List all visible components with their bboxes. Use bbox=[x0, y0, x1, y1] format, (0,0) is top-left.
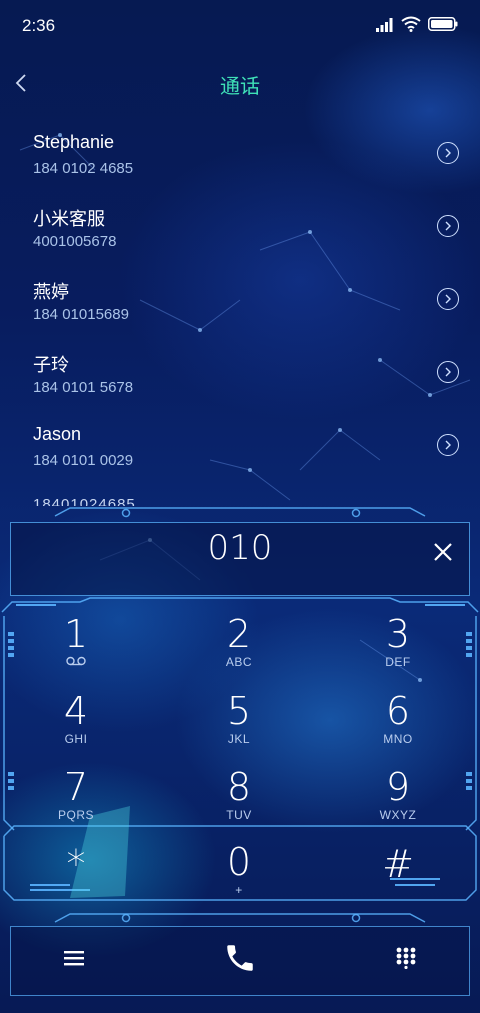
call-list-item[interactable]: 燕婷 184 01015689 bbox=[0, 266, 480, 338]
clear-icon bbox=[434, 543, 452, 561]
contact-name: 小米客服 bbox=[33, 209, 105, 229]
contact-number: 184 0101 0029 bbox=[33, 452, 134, 469]
status-time: 2:36 bbox=[22, 16, 56, 35]
contact-number: 184 0101 5678 bbox=[33, 379, 134, 396]
dial-number-input[interactable]: 010 bbox=[10, 528, 470, 568]
signal-icon bbox=[376, 18, 393, 32]
key-9[interactable]: 9 WXYZ bbox=[338, 767, 458, 837]
partial-call-number: 18401024685 bbox=[33, 496, 136, 506]
key-digit: 6 bbox=[385, 689, 411, 733]
details-button[interactable] bbox=[437, 142, 459, 164]
call-button[interactable] bbox=[220, 938, 260, 978]
chevron-right-circle-icon bbox=[445, 440, 451, 450]
contact-number: 4001005678 bbox=[33, 233, 117, 250]
menu-icon bbox=[64, 951, 84, 966]
key-digit: 9 bbox=[385, 765, 411, 809]
key-4[interactable]: 4 GHI bbox=[16, 691, 136, 761]
key-digit: 3 bbox=[385, 612, 411, 656]
chevron-right-circle-icon bbox=[445, 367, 451, 377]
keypad-icon bbox=[396, 947, 416, 969]
key-digit: 7 bbox=[63, 765, 89, 809]
chevron-right-circle-icon bbox=[445, 148, 451, 158]
key-letters: + bbox=[235, 883, 243, 897]
contact-name: Stephanie bbox=[33, 132, 115, 152]
key-7[interactable]: 7 PQRS bbox=[16, 767, 136, 837]
status-bar: 2:36 bbox=[0, 0, 480, 52]
key-6[interactable]: 6 MNO bbox=[338, 691, 458, 761]
battery-icon bbox=[428, 17, 458, 31]
key-letters: ABC bbox=[225, 655, 253, 669]
keypad-toggle-button[interactable] bbox=[388, 940, 424, 976]
details-button[interactable] bbox=[437, 361, 459, 383]
details-button[interactable] bbox=[437, 215, 459, 237]
contact-number: 184 0102 4685 bbox=[33, 160, 134, 177]
key-letters: WXYZ bbox=[379, 808, 417, 822]
contact-name: 子玲 bbox=[33, 355, 69, 375]
key-5[interactable]: 5 JKL bbox=[179, 691, 299, 761]
call-list-item[interactable]: Stephanie 184 0102 4685 bbox=[0, 120, 480, 192]
key-1[interactable]: 1 bbox=[16, 614, 136, 684]
key-letters: PQRS bbox=[57, 808, 94, 822]
key-digit: 0 bbox=[226, 840, 252, 884]
call-list-item[interactable]: 子玲 184 0101 5678 bbox=[0, 339, 480, 411]
key-digit: 8 bbox=[226, 765, 252, 809]
key-digit: 2 bbox=[226, 612, 252, 656]
menu-button[interactable] bbox=[56, 940, 92, 976]
chevron-right-circle-icon bbox=[445, 294, 451, 304]
key-digit: # bbox=[382, 842, 414, 886]
key-letters: TUV bbox=[226, 808, 252, 822]
key-8[interactable]: 8 TUV bbox=[179, 767, 299, 837]
key-2[interactable]: 2 ABC bbox=[179, 614, 299, 684]
call-list-item[interactable]: Jason 184 0101 0029 bbox=[0, 412, 480, 484]
voicemail-icon bbox=[16, 654, 136, 670]
details-button[interactable] bbox=[437, 288, 459, 310]
details-button[interactable] bbox=[437, 434, 459, 456]
key-letters: GHI bbox=[64, 732, 88, 746]
key-3[interactable]: 3 DEF bbox=[338, 614, 458, 684]
page-title: 通话 bbox=[220, 74, 260, 98]
contact-name: 燕婷 bbox=[33, 282, 69, 302]
call-list-item[interactable]: 小米客服 4001005678 bbox=[0, 193, 480, 265]
key-hash[interactable]: # bbox=[338, 844, 458, 914]
phone-icon bbox=[227, 945, 253, 971]
clear-button[interactable] bbox=[426, 535, 460, 569]
contact-name: Jason bbox=[33, 424, 82, 444]
chevron-right-circle-icon bbox=[445, 221, 451, 231]
key-digit: 5 bbox=[226, 689, 252, 733]
contact-number: 184 01015689 bbox=[33, 306, 129, 323]
key-star[interactable]: * bbox=[16, 844, 136, 914]
key-digit: 4 bbox=[63, 689, 89, 733]
key-0[interactable]: 0 + bbox=[179, 842, 299, 912]
key-letters: DEF bbox=[385, 655, 411, 669]
wifi-icon bbox=[401, 16, 421, 32]
call-list: Stephanie 184 0102 4685 小米客服 4001005678 … bbox=[0, 120, 480, 506]
key-letters: JKL bbox=[227, 732, 251, 746]
key-letters: MNO bbox=[383, 732, 413, 746]
key-digit: 1 bbox=[63, 612, 89, 656]
key-digit: * bbox=[66, 842, 86, 886]
